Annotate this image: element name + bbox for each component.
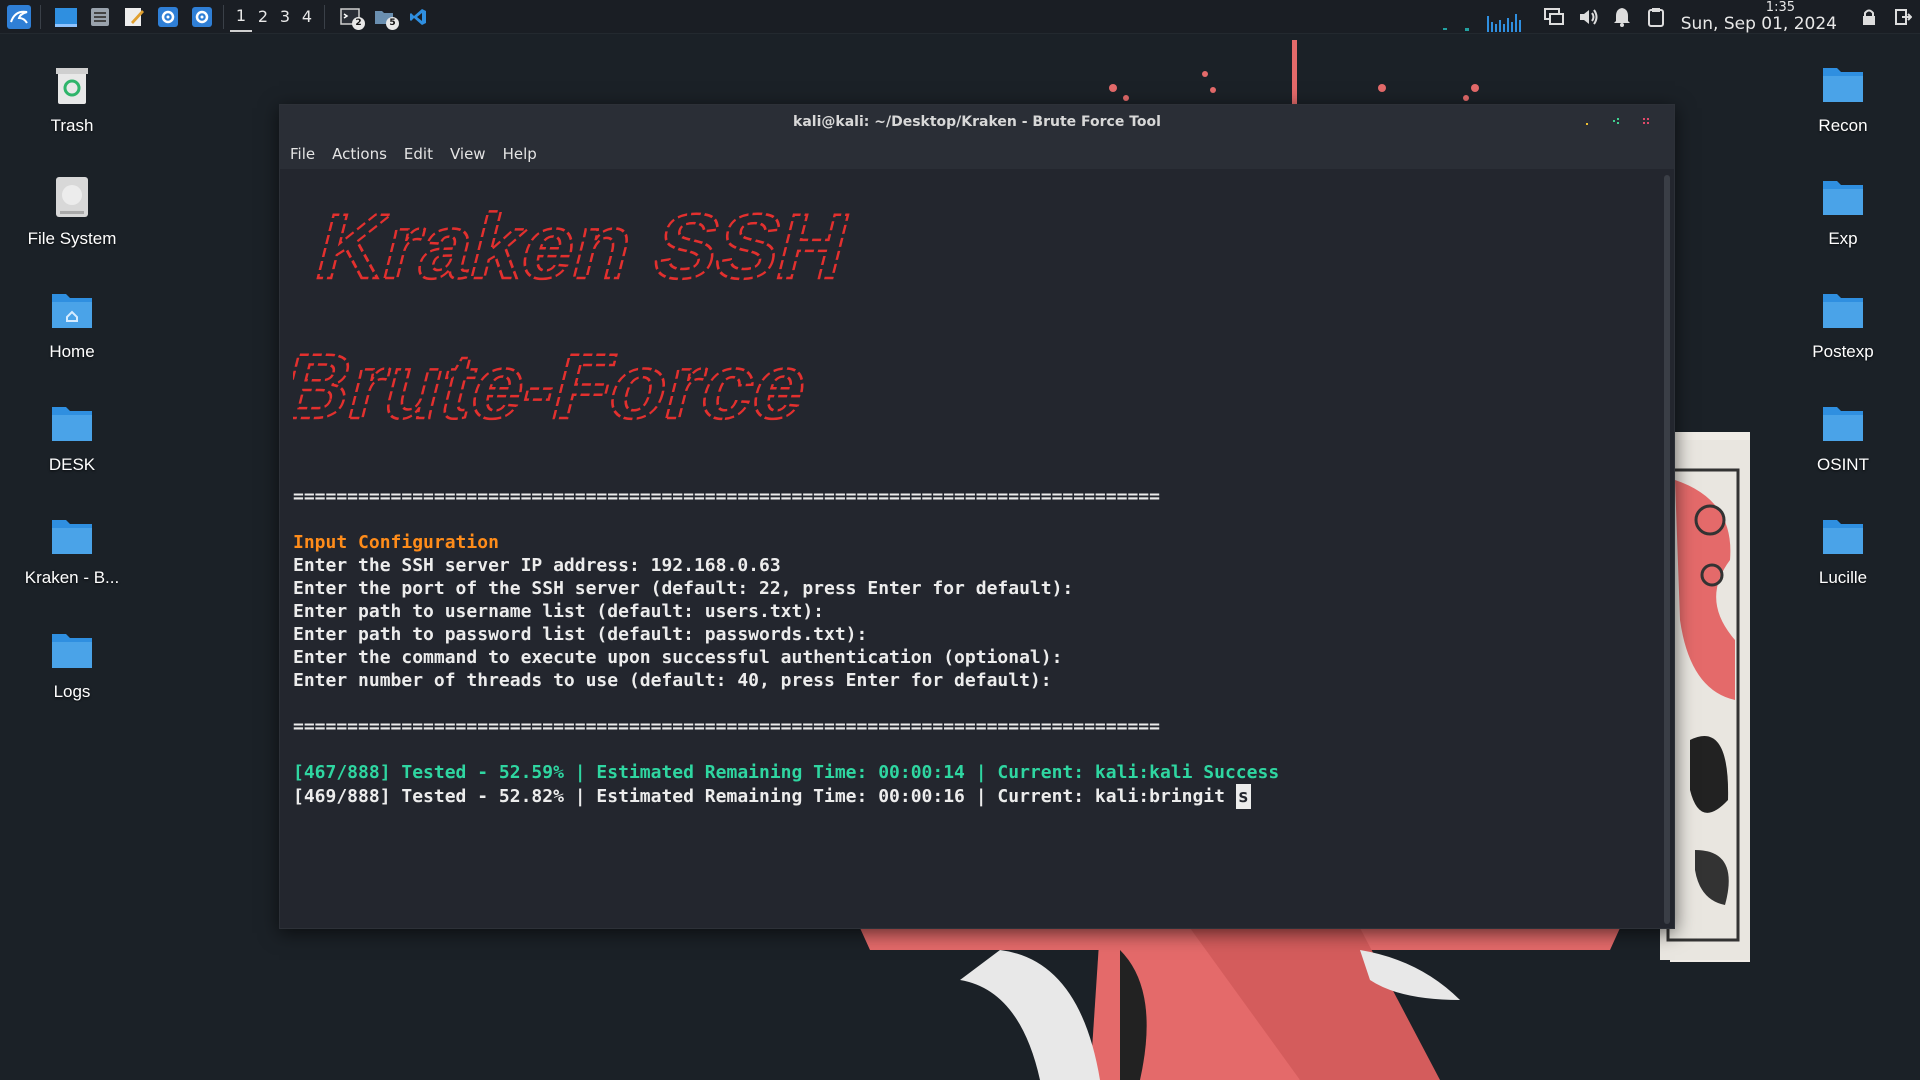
files-count-badge: 5	[386, 16, 399, 30]
volume-icon[interactable]	[1574, 2, 1602, 32]
workspace-4-button[interactable]: 4	[296, 2, 318, 32]
trash-icon	[56, 68, 88, 104]
progress-line-success: [467/888] Tested - 52.59% | Estimated Re…	[293, 762, 1280, 783]
close-icon	[1643, 118, 1649, 124]
clock-time: 1:35	[1765, 0, 1795, 15]
vscode-icon	[410, 8, 426, 25]
vscode-task-button[interactable]	[403, 2, 433, 32]
menu-help[interactable]: Help	[503, 145, 537, 163]
folder-icon	[1823, 68, 1863, 102]
folder-icon	[1823, 407, 1863, 441]
desktop-icon-label: Recon	[1818, 116, 1868, 135]
lock-screen-icon[interactable]	[1855, 2, 1883, 32]
desktop-icon-home[interactable]: Home	[2, 286, 142, 362]
desktop-icon-osint[interactable]: OSINT	[1773, 399, 1913, 475]
panel-tray: 1:35 Sun, Sep 01, 2024	[1443, 0, 1920, 34]
folder-icon	[52, 520, 92, 554]
prompt-line: Enter number of threads to use (default:…	[293, 670, 1052, 691]
desktop-icon-label: Postexp	[1812, 342, 1874, 361]
kali-menu-icon[interactable]	[4, 2, 34, 32]
panel-separator	[40, 4, 41, 29]
banner-line-2: Brute-Force	[293, 334, 819, 437]
folder-icon	[1823, 294, 1863, 328]
desktop-icon-label: File System	[27, 229, 117, 248]
panel-separator	[324, 4, 325, 29]
desktop-icon-desk[interactable]: DESK	[2, 399, 142, 475]
maximize-icon	[1613, 118, 1619, 124]
prompt-line: Enter path to password list (default: pa…	[293, 624, 868, 645]
show-desktop-icon[interactable]	[51, 2, 81, 32]
desktop-icon-label: Trash	[50, 116, 94, 135]
workspace-3-button[interactable]: 3	[274, 2, 296, 32]
menu-bar: File Actions Edit View Help	[280, 139, 1674, 169]
terminal-window[interactable]: kali@kali: ~/Desktop/Kraken - Brute Forc…	[279, 104, 1675, 929]
desktop-icon-trash[interactable]: Trash	[2, 60, 142, 136]
prompt-line: Enter the port of the SSH server (defaul…	[293, 578, 1074, 599]
text-editor-launcher-icon[interactable]	[119, 2, 149, 32]
desktop-icon-label: OSINT	[1817, 455, 1869, 474]
files-task-button[interactable]: 5	[369, 2, 399, 32]
folder-icon	[1823, 181, 1863, 215]
desktop-icon-file-system[interactable]: File System	[2, 173, 142, 249]
desktop-icon-label: Logs	[53, 682, 91, 701]
terminal-output[interactable]: Kraken SSH Brute-Force =================…	[280, 171, 1674, 928]
panel-separator	[223, 4, 224, 29]
cpu-graph-icon	[1443, 14, 1521, 32]
banner-line-1: Kraken SSH	[307, 194, 859, 297]
home-folder-icon	[52, 294, 92, 328]
progress-line-current: [469/888] Tested - 52.82% | Estimated Re…	[293, 784, 1251, 809]
close-button[interactable]	[1632, 110, 1662, 134]
clock[interactable]: 1:35 Sun, Sep 01, 2024	[1673, 0, 1843, 34]
desktop-icon-label: Home	[49, 342, 95, 361]
desktop-icon-exp[interactable]: Exp	[1773, 173, 1913, 249]
menu-view[interactable]: View	[450, 145, 486, 163]
clock-date: Sun, Sep 01, 2024	[1680, 14, 1837, 34]
terminal-task-button[interactable]: 2	[335, 2, 365, 32]
clipboard-icon[interactable]	[1642, 2, 1670, 32]
settings-manager-launcher-icon[interactable]	[187, 2, 217, 32]
network-icon[interactable]	[1540, 2, 1568, 32]
separator-line-top: ========================================…	[293, 486, 1160, 507]
prompt-line: Enter path to username list (default: us…	[293, 601, 825, 622]
top-panel: 1 2 3 4 2 5 1:35 Sun, Sep 01, 2024	[0, 0, 1920, 34]
desktop-icon-label: Lucille	[1818, 568, 1868, 587]
menu-edit[interactable]: Edit	[404, 145, 433, 163]
desktop-icon-label: Kraken - B...	[24, 568, 120, 587]
desktop-icon-postexp[interactable]: Postexp	[1773, 286, 1913, 362]
folder-icon	[1823, 520, 1863, 554]
window-controls	[1572, 105, 1662, 139]
drive-icon	[56, 177, 88, 217]
desktop-icon-logs[interactable]: Logs	[2, 626, 142, 702]
file-manager-launcher-icon[interactable]	[85, 2, 115, 32]
logout-icon[interactable]	[1889, 2, 1917, 32]
menu-actions[interactable]: Actions	[332, 145, 387, 163]
desktop-icon-kraken[interactable]: Kraken - B...	[2, 512, 142, 588]
scrollbar[interactable]	[1664, 175, 1670, 924]
maximize-button[interactable]	[1602, 110, 1632, 134]
separator-line-bottom: ========================================…	[293, 716, 1160, 737]
menu-file[interactable]: File	[290, 145, 315, 163]
minimize-icon	[1586, 123, 1588, 125]
minimize-button[interactable]	[1572, 110, 1602, 134]
desktop-icon-recon[interactable]: Recon	[1773, 60, 1913, 136]
desktop-icon-label: Exp	[1828, 229, 1858, 248]
section-header: Input Configuration	[293, 532, 499, 553]
workspace-2-button[interactable]: 2	[252, 2, 274, 32]
prompt-line: Enter the SSH server IP address: 192.168…	[293, 555, 781, 576]
progress-current-text: [469/888] Tested - 52.82% | Estimated Re…	[293, 786, 1236, 807]
workspace-1-button[interactable]: 1	[230, 2, 252, 32]
terminal-count-badge: 2	[352, 16, 365, 30]
desktop-icon-lucille[interactable]: Lucille	[1773, 512, 1913, 588]
window-title: kali@kali: ~/Desktop/Kraken - Brute Forc…	[793, 114, 1161, 130]
text-cursor: s	[1235, 784, 1251, 809]
folder-icon	[52, 407, 92, 441]
title-bar[interactable]: kali@kali: ~/Desktop/Kraken - Brute Forc…	[280, 105, 1674, 139]
notification-bell-icon[interactable]	[1608, 2, 1636, 32]
desktop-icon-label: DESK	[48, 455, 96, 474]
folder-icon	[52, 634, 92, 668]
settings-launcher-icon[interactable]	[153, 2, 183, 32]
ascii-banner: Kraken SSH Brute-Force	[293, 193, 861, 439]
prompt-line: Enter the command to execute upon succes…	[293, 647, 1063, 668]
